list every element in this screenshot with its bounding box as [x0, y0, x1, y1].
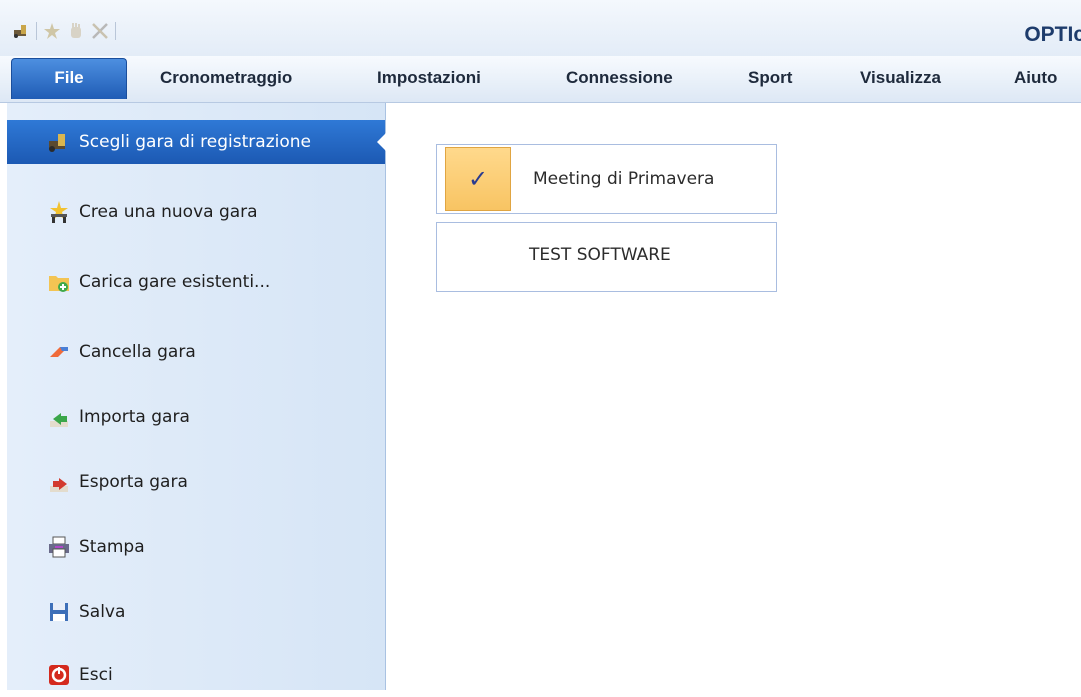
sidebar-item-label: Carica gare esistenti... — [79, 272, 271, 292]
menu-cronometraggio[interactable]: Cronometraggio — [160, 68, 292, 88]
menu-bar: File Cronometraggio Impostazioni Conness… — [0, 56, 1081, 103]
menu-visualizza[interactable]: Visualizza — [860, 68, 941, 88]
import-icon — [47, 405, 71, 429]
sidebar-item-importa-gara[interactable]: Importa gara — [7, 395, 385, 439]
sidebar-item-label: Scegli gara di registrazione — [79, 132, 311, 152]
race-name: TEST SOFTWARE — [529, 245, 671, 265]
sidebar-item-scegli-gara[interactable]: Scegli gara di registrazione — [7, 120, 386, 164]
quick-access-toolbar — [12, 22, 122, 40]
sidebar-item-salva[interactable]: Salva — [7, 590, 385, 634]
race-item-test-software[interactable]: TEST SOFTWARE — [436, 222, 777, 292]
sidebar-item-crea-gara[interactable]: Crea una nuova gara — [7, 190, 385, 234]
menu-connessione[interactable]: Connessione — [566, 68, 673, 88]
hand-icon[interactable] — [67, 22, 85, 40]
sidebar-item-label: Cancella gara — [79, 342, 196, 362]
exit-icon — [47, 663, 71, 687]
toolbar-separator — [36, 22, 37, 40]
menu-impostazioni[interactable]: Impostazioni — [377, 68, 481, 88]
tools-icon[interactable] — [91, 22, 109, 40]
active-indicator — [377, 133, 386, 151]
app-title: OPTIc — [1024, 23, 1081, 46]
eraser-icon — [47, 340, 71, 364]
printer-icon — [47, 535, 71, 559]
new-race-icon — [47, 200, 71, 224]
race-name: Meeting di Primavera — [533, 169, 715, 189]
save-icon — [47, 600, 71, 624]
new-race-icon[interactable] — [43, 22, 61, 40]
title-bar: OPTIc — [0, 0, 1081, 56]
menu-aiuto[interactable]: Aiuto — [1014, 68, 1057, 88]
sidebar-item-esporta-gara[interactable]: Esporta gara — [7, 460, 385, 504]
race-item-meeting-di-primavera[interactable]: ✓ Meeting di Primavera — [436, 144, 777, 214]
menu-file[interactable]: File — [11, 58, 127, 99]
sidebar-item-esci[interactable]: Esci — [7, 653, 385, 697]
race-icon[interactable] — [12, 22, 30, 40]
sidebar-item-cancella-gara[interactable]: Cancella gara — [7, 330, 385, 374]
toolbar-separator — [115, 22, 116, 40]
sidebar-item-carica-gare[interactable]: Carica gare esistenti... — [7, 260, 385, 304]
menu-sport[interactable]: Sport — [748, 68, 792, 88]
folder-add-icon — [47, 270, 71, 294]
sidebar-item-label: Esci — [79, 665, 113, 685]
export-icon — [47, 470, 71, 494]
check-icon: ✓ — [445, 147, 511, 211]
sidebar-item-label: Esporta gara — [79, 472, 188, 492]
sidebar-item-label: Stampa — [79, 537, 145, 557]
sidebar-item-label: Salva — [79, 602, 126, 622]
file-sidebar: Scegli gara di registrazione Crea una nu… — [7, 103, 386, 690]
sidebar-item-label: Importa gara — [79, 407, 190, 427]
sidebar-item-label: Crea una nuova gara — [79, 202, 258, 222]
sidebar-item-stampa[interactable]: Stampa — [7, 525, 385, 569]
race-icon — [47, 130, 71, 154]
